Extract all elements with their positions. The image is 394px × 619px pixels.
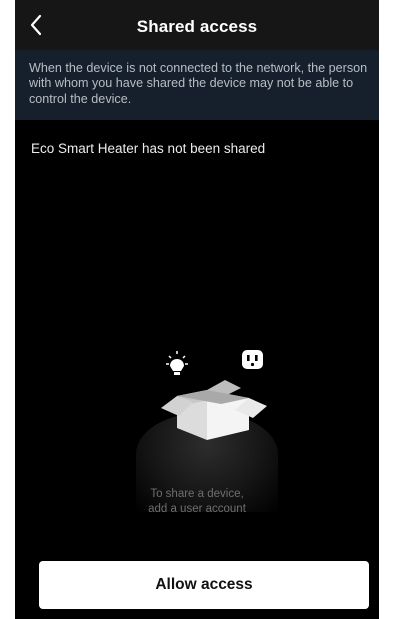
empty-share-illustration [161,350,267,440]
socket-icon [242,350,263,369]
network-notice-banner: When the device is not connected to the … [15,50,379,120]
empty-hint-line-2: add a user account [148,503,246,515]
open-box-icon [161,380,267,440]
allow-access-button[interactable]: Allow access [39,561,369,609]
share-status-text: Eco Smart Heater has not been shared [31,141,266,156]
bulb-icon [166,351,188,375]
top-nav-bar: Shared access [15,0,379,50]
network-notice-text: When the device is not connected to the … [29,61,368,106]
screen: Shared access When the device is not con… [15,0,379,619]
empty-hint-line-1: To share a device, [150,488,244,500]
page-title: Shared access [136,17,258,36]
